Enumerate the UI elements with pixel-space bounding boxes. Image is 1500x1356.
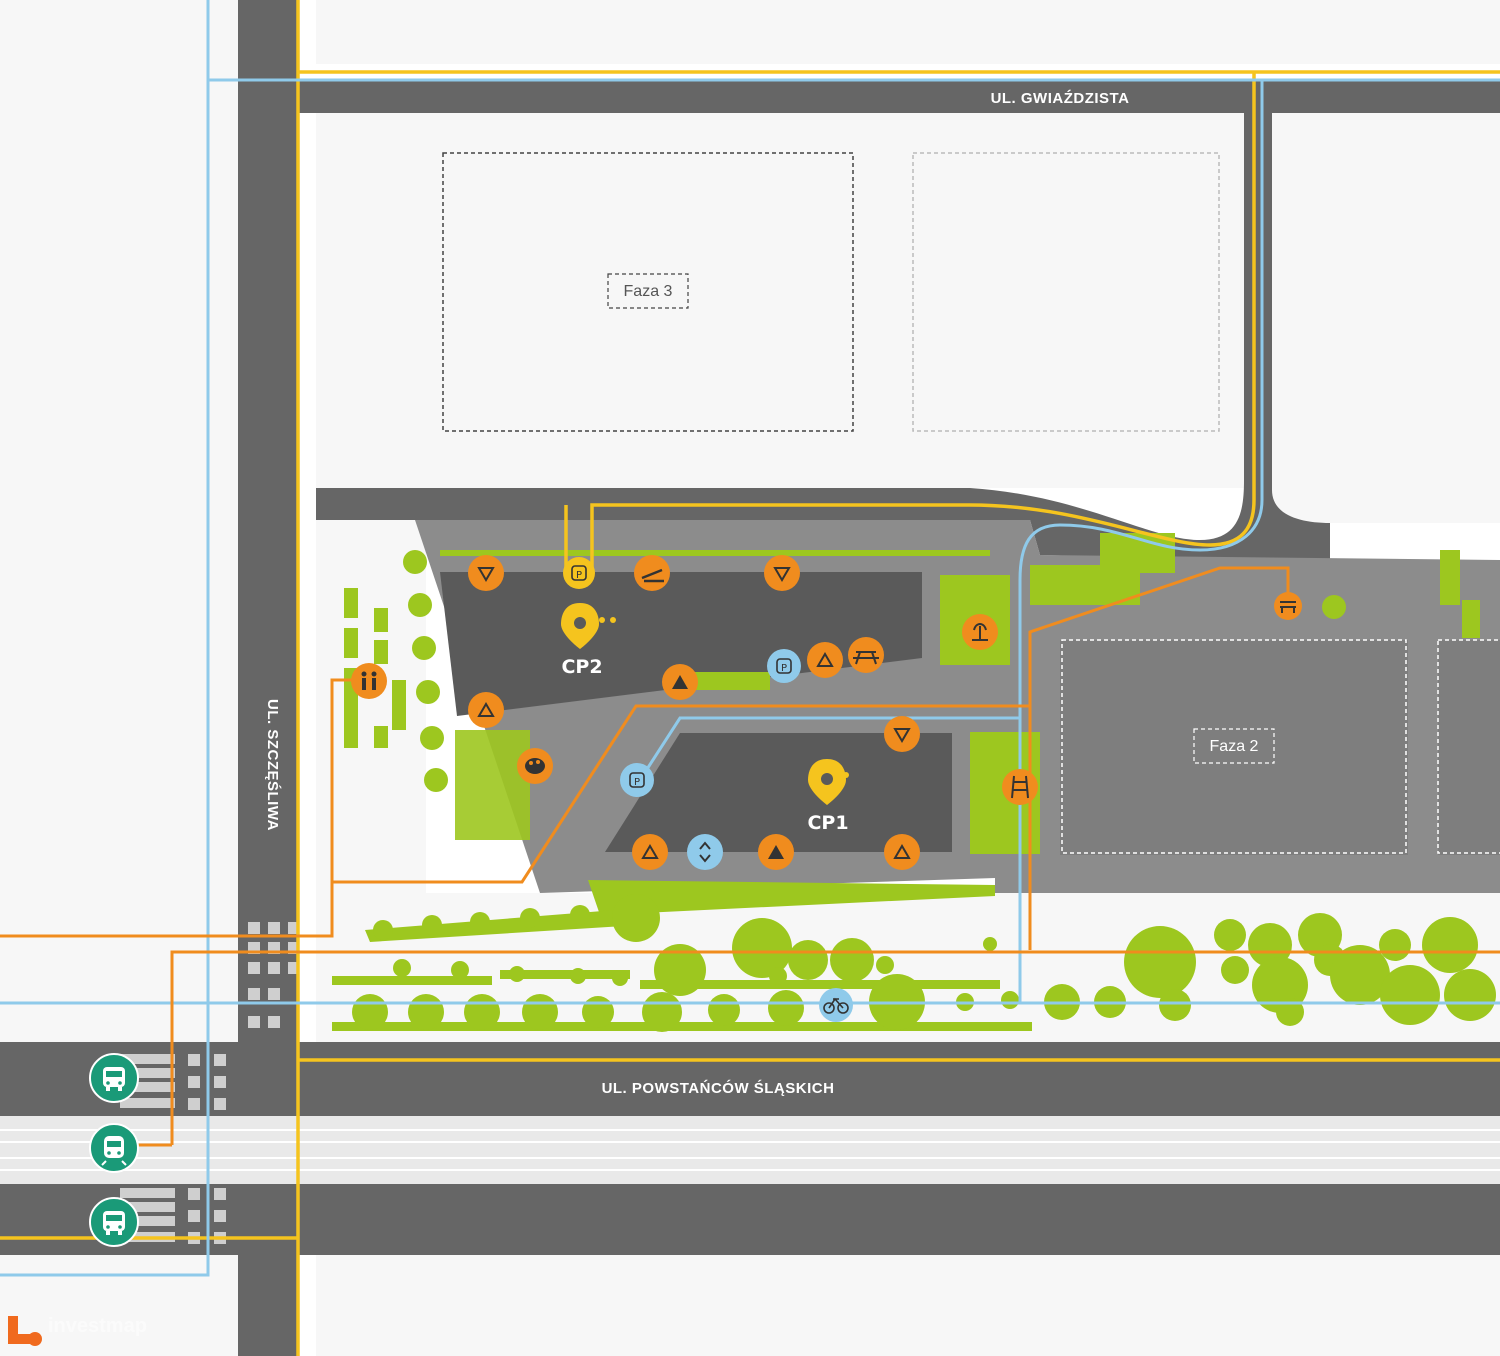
street-label-powstancow: UL. POWSTAŃCÓW ŚLĄSKICH	[602, 1079, 835, 1097]
bus-stop[interactable]	[89, 1053, 139, 1103]
cp2-label: CP2	[561, 656, 602, 678]
lot-north-east	[1272, 113, 1500, 523]
bus-stop[interactable]	[89, 1197, 139, 1247]
entrance-icon[interactable]	[884, 834, 920, 870]
fountain-icon[interactable]	[962, 614, 998, 650]
building-phase2b-slab	[1438, 640, 1500, 855]
bicycle-icon[interactable]	[819, 988, 853, 1022]
entrance-icon[interactable]	[758, 834, 794, 870]
ladder-icon[interactable]	[1002, 769, 1038, 805]
lift-icon[interactable]	[687, 834, 723, 870]
exit-icon[interactable]	[468, 555, 504, 591]
entrance-icon[interactable]	[632, 834, 668, 870]
location-pin-hole	[821, 773, 833, 785]
art-icon[interactable]	[517, 748, 553, 784]
entrance-icon[interactable]	[468, 692, 504, 728]
lot-top-strip	[316, 0, 1500, 64]
lot-west	[0, 0, 238, 1042]
toilet-icon[interactable]	[351, 663, 387, 699]
tram-stop[interactable]	[89, 1123, 139, 1173]
road-gwiazdzista	[298, 80, 1500, 113]
exit-icon[interactable]	[764, 555, 800, 591]
lot-bottom	[316, 1255, 1500, 1356]
parking-icon[interactable]: P	[563, 557, 595, 589]
street-label-szczesliwa: UL. SZCZĘŚLIWA	[264, 699, 282, 831]
location-pin-hole	[574, 617, 586, 629]
svg-text:P: P	[634, 777, 640, 788]
entrance-icon[interactable]	[662, 664, 698, 700]
phase2-label: Faza 2	[1210, 738, 1259, 755]
bench-icon[interactable]	[1274, 592, 1302, 620]
exit-icon[interactable]	[884, 716, 920, 752]
svg-text:P: P	[781, 663, 787, 674]
site-map: Faza 3 Faza 2 UL. GWIAŹDZISTA UL. POWSTA…	[0, 0, 1500, 1356]
slide-icon[interactable]	[634, 555, 670, 591]
tram-corridor	[0, 1116, 1500, 1184]
phase3-label: Faza 3	[624, 283, 673, 300]
transit-stops	[89, 1053, 139, 1247]
svg-text:P: P	[576, 570, 582, 581]
parking-icon[interactable]: P	[767, 649, 801, 683]
watermark-text: investmap	[48, 1315, 147, 1337]
cp1-label: CP1	[807, 812, 848, 834]
entrance-icon[interactable]	[807, 642, 843, 678]
picnic-icon[interactable]	[848, 637, 884, 673]
street-label-gwiazdzista: UL. GWIAŹDZISTA	[991, 90, 1130, 107]
parking-icon[interactable]: P	[620, 763, 654, 797]
